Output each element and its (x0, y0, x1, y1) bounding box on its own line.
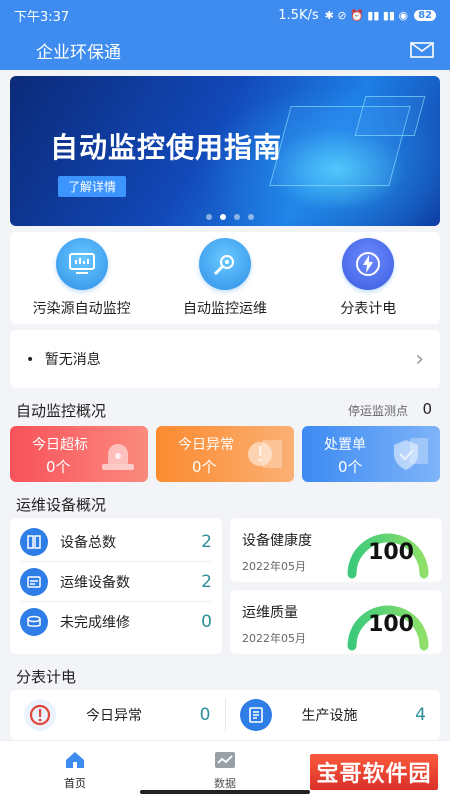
quick-pollution-monitor[interactable]: 污染源自动监控 (12, 238, 152, 318)
device-row-value: 2 (201, 571, 212, 592)
device-row-maintained[interactable]: 运维设备数 2 (20, 562, 212, 602)
repair-icon (20, 608, 48, 636)
gauge-value: 100 (368, 612, 414, 637)
meter-value: 0 (199, 705, 211, 725)
document-icon (239, 699, 272, 731)
stat-label: 今日异常 (178, 437, 234, 453)
auto-monitor-title: 自动监控概况 (16, 402, 107, 420)
device-row-value: 2 (201, 531, 212, 552)
banner-title: 自动监控使用指南 (50, 131, 283, 164)
meter-summary: 今日异常 0 生产设施 4 (10, 690, 440, 740)
gauge-maintenance-quality[interactable]: 运维质量 2022年05月 100 (230, 590, 442, 654)
quick-sub-metering[interactable]: 分表计电 (298, 238, 438, 318)
home-icon (66, 751, 84, 768)
message-text: 暂无消息 (44, 352, 101, 368)
tab-data[interactable]: 数据 (175, 751, 275, 791)
app-header: 企业环保通 (0, 30, 450, 70)
message-bullet: • (26, 352, 35, 368)
banner-dot-active[interactable] (220, 214, 226, 220)
device-row-label: 运维设备数 (60, 574, 130, 591)
meter-label: 生产设施 (301, 708, 358, 724)
home-indicator (140, 790, 310, 794)
tab-home[interactable]: 首页 (25, 751, 125, 791)
meter-value: 4 (415, 705, 426, 725)
device-icon (20, 567, 48, 596)
app-title: 企业环保通 (36, 42, 121, 63)
meter-production-facilities[interactable]: 生产设施 4 (226, 699, 441, 731)
stat-today-abnormal[interactable]: 今日异常 0个 (156, 426, 294, 482)
gauge-value: 100 (368, 540, 414, 565)
quick-label: 污染源自动监控 (32, 301, 131, 317)
stat-label: 处置单 (324, 437, 366, 453)
shield-icon (394, 438, 428, 470)
chevron-right-icon: › (415, 346, 424, 372)
alert-circle-icon (24, 699, 56, 731)
quick-label: 分表计电 (340, 301, 397, 317)
banner-screen-graphic-small (354, 96, 426, 136)
status-bar: 下午3:37 1.5K/s ✱ ⊘ ⏰ ▮▮ ▮▮ ◉ 82 (0, 0, 450, 30)
meter-title: 分表计电 (16, 668, 77, 686)
stat-label: 今日超标 (32, 437, 88, 453)
tab-label: 首页 (64, 776, 86, 790)
mail-icon[interactable] (410, 42, 434, 58)
cabinet-icon (20, 527, 48, 556)
monitor-icon (55, 238, 108, 290)
status-indicators: 1.5K/s ✱ ⊘ ⏰ ▮▮ ▮▮ ◉ 82 (278, 8, 436, 23)
banner-dot[interactable] (234, 214, 240, 220)
message-bar[interactable]: • 暂无消息 › (10, 330, 440, 388)
gauge-device-health[interactable]: 设备健康度 2022年05月 100 (230, 518, 442, 582)
quick-monitor-maintenance[interactable]: 自动监控运维 (155, 238, 295, 318)
device-row-total[interactable]: 设备总数 2 (20, 522, 212, 562)
stat-disposal-orders[interactable]: 处置单 0个 (302, 426, 440, 482)
stop-points-value: 0 (422, 400, 432, 418)
promo-banner[interactable]: 自动监控使用指南 了解详情 (10, 76, 440, 226)
battery-icon: 82 (414, 9, 436, 21)
stop-points-label: 停运监测点 (347, 404, 408, 418)
meter-today-abnormal[interactable]: 今日异常 0 (10, 699, 225, 731)
stat-value: 0个 (46, 458, 71, 476)
meter-label: 今日异常 (86, 708, 142, 724)
status-icons: ✱ ⊘ ⏰ ▮▮ ▮▮ ◉ (324, 8, 409, 22)
devices-title: 运维设备概况 (16, 496, 107, 514)
banner-detail-button[interactable]: 了解详情 (58, 176, 127, 197)
quick-actions: 污染源自动监控 自动监控运维 分表计电 (10, 232, 440, 324)
banner-dot[interactable] (248, 214, 254, 220)
banner-dot[interactable] (206, 214, 212, 220)
watermark-logo: 宝哥软件园 (308, 752, 440, 792)
quick-label: 自动监控运维 (182, 301, 267, 317)
device-row-pending-repair[interactable]: 未完成维修 0 (20, 602, 212, 642)
alarm-icon (102, 444, 134, 470)
device-stats-list: 设备总数 2 运维设备数 2 未完成维修 0 (10, 518, 222, 654)
stat-today-exceed[interactable]: 今日超标 0个 (10, 426, 148, 482)
warning-icon (248, 440, 282, 468)
chart-icon (215, 751, 235, 768)
device-row-value: 0 (201, 612, 212, 632)
device-row-label: 设备总数 (60, 534, 116, 551)
device-row-label: 未完成维修 (60, 615, 130, 631)
net-speed: 1.5K/s (278, 7, 319, 23)
watermark-text: 宝哥软件园 (316, 762, 432, 787)
maintenance-icon (198, 238, 251, 290)
stat-value: 0个 (338, 458, 363, 476)
stat-value: 0个 (192, 458, 217, 476)
lightning-icon (342, 238, 395, 290)
message-text-wrap: • 暂无消息 (26, 349, 101, 369)
status-time: 下午3:37 (14, 9, 70, 25)
banner-pagination (206, 214, 254, 220)
tab-label: 数据 (214, 776, 236, 790)
